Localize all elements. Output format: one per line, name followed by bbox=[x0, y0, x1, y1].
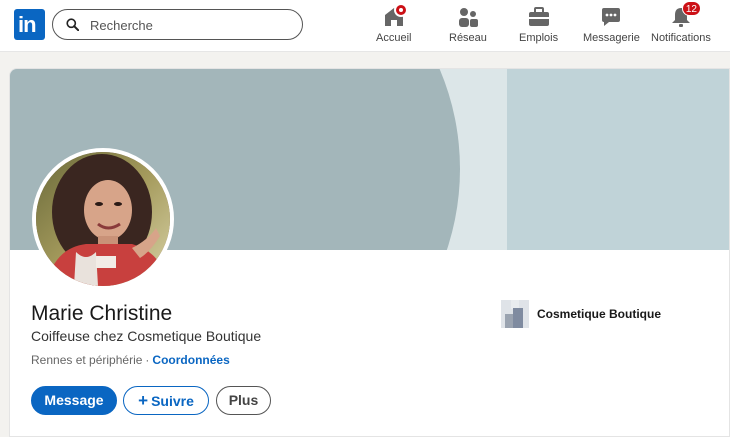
profile-card: Marie Christine Coiffeuse chez Cosmetiqu… bbox=[9, 68, 730, 437]
top-nav: in Recherche Accueil Réseau Emplois Mess… bbox=[0, 0, 730, 52]
separator: · bbox=[145, 353, 150, 367]
company-logo-icon bbox=[501, 300, 529, 328]
profile-headline: Coiffeuse chez Cosmetique Boutique bbox=[31, 328, 262, 344]
profile-location: Rennes et périphérie bbox=[31, 353, 143, 367]
nav-item-notifications[interactable]: 12 Notifications bbox=[651, 1, 711, 44]
search-input[interactable]: Recherche bbox=[90, 18, 153, 33]
messaging-icon bbox=[599, 5, 623, 29]
profile-name: Marie Christine bbox=[31, 302, 173, 325]
message-button[interactable]: Message bbox=[31, 386, 117, 415]
nav-item-home[interactable]: Accueil bbox=[376, 3, 412, 44]
linkedin-logo-icon[interactable]: in bbox=[14, 9, 45, 40]
notification-dot bbox=[393, 3, 408, 17]
avatar[interactable] bbox=[32, 148, 174, 290]
profile-location-line: Rennes et périphérie · Coordonnées bbox=[31, 353, 230, 367]
nav-item-jobs[interactable]: Emplois bbox=[519, 5, 558, 44]
nav-item-network[interactable]: Réseau bbox=[449, 5, 487, 44]
home-icon bbox=[382, 3, 408, 29]
nav-label-messaging: Messagerie bbox=[583, 32, 640, 44]
follow-label: Suivre bbox=[151, 393, 194, 409]
network-icon bbox=[456, 5, 480, 29]
nav-label-jobs: Emplois bbox=[519, 32, 559, 44]
nav-label-home: Accueil bbox=[376, 32, 412, 44]
search-icon bbox=[66, 18, 79, 31]
nav-item-messaging[interactable]: Messagerie bbox=[583, 5, 640, 44]
search-bar[interactable]: Recherche bbox=[52, 9, 303, 40]
follow-button[interactable]: + Suivre bbox=[123, 386, 209, 415]
profile-photo bbox=[36, 152, 170, 286]
notification-count-badge: 12 bbox=[681, 1, 701, 16]
contact-info-link[interactable]: Coordonnées bbox=[152, 353, 229, 367]
briefcase-icon bbox=[527, 5, 551, 29]
nav-label-network: Réseau bbox=[449, 32, 487, 44]
nav-label-notifications: Notifications bbox=[651, 32, 711, 44]
plus-icon: + bbox=[138, 391, 149, 410]
more-button[interactable]: Plus bbox=[216, 386, 271, 415]
bell-icon: 12 bbox=[669, 1, 701, 29]
company-name: Cosmetique Boutique bbox=[537, 307, 662, 321]
